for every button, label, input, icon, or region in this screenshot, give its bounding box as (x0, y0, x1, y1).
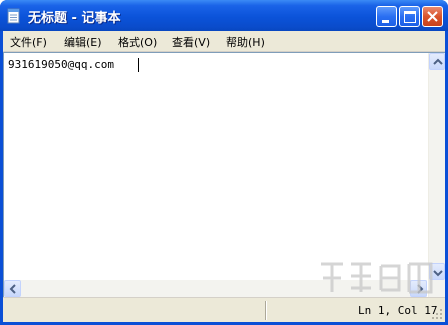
editor-content[interactable]: 931619050@qq.com (8, 58, 114, 71)
window-title: 无标题 - 记事本 (28, 11, 121, 26)
watermark-logo (321, 262, 433, 294)
status-divider (265, 301, 266, 320)
resize-grip-icon[interactable] (431, 308, 443, 320)
menu-view[interactable]: 查看(V) (172, 34, 210, 50)
menu-file[interactable]: 文件(F) (10, 34, 47, 50)
menu-help[interactable]: 帮助(H) (226, 34, 265, 50)
notepad-icon (7, 8, 20, 24)
text-caret (138, 58, 139, 72)
arrow-up-icon (433, 58, 443, 65)
cursor-position: Ln 1, Col 17 (358, 304, 438, 317)
maximize-button[interactable] (399, 6, 420, 27)
minimize-button[interactable] (376, 6, 397, 27)
scroll-up-button[interactable] (429, 53, 445, 70)
status-bar: Ln 1, Col 17 (3, 297, 445, 322)
maximize-icon (404, 11, 416, 23)
menu-edit[interactable]: 编辑(E) (64, 34, 102, 50)
close-button[interactable] (422, 6, 443, 27)
notepad-window: 无标题 - 记事本 文件(F) 编辑(E) 格式(O) 查看(V) 帮助(H) … (0, 0, 448, 325)
scroll-left-button[interactable] (4, 280, 21, 297)
close-icon (427, 11, 438, 22)
menu-bar: 文件(F) 编辑(E) 格式(O) 查看(V) 帮助(H) (3, 31, 445, 52)
minimize-icon (382, 20, 389, 23)
title-bar[interactable]: 无标题 - 记事本 (0, 0, 448, 31)
arrow-left-icon (9, 284, 16, 294)
menu-format[interactable]: 格式(O) (118, 34, 157, 50)
